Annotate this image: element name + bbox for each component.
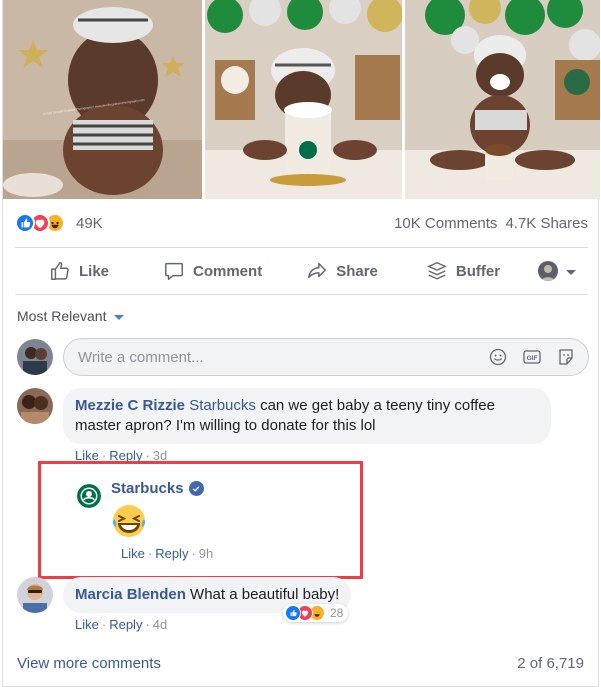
- shares-count-link[interactable]: 4.7K Shares: [505, 215, 588, 232]
- comment-text: What a beautiful baby!: [190, 586, 340, 603]
- comment-reactions[interactable]: 28: [283, 604, 349, 622]
- comment-sort-dropdown[interactable]: Most Relevant: [17, 308, 125, 324]
- baby-photo-1[interactable]: ©2018 Jennifer Graham Photography | www.…: [3, 0, 202, 199]
- sticker-icon[interactable]: [556, 347, 576, 367]
- comments-pagination-count: 2 of 6,719: [517, 655, 584, 672]
- verified-badge-icon: [188, 481, 204, 496]
- reaction-count-group[interactable]: 49K: [15, 213, 103, 233]
- comment-reply-link[interactable]: Reply: [109, 617, 142, 632]
- like-button-label: Like: [79, 262, 110, 280]
- comment-author[interactable]: Marcia Blenden: [75, 586, 186, 603]
- reactions-summary: 49K 10K Comments 4.7K Shares: [15, 210, 588, 236]
- comment-bubble: Mezzie C Rizzie Starbucks can we get bab…: [63, 388, 551, 444]
- reply-author[interactable]: Starbucks: [111, 480, 184, 497]
- comment-timestamp[interactable]: 4d: [153, 617, 167, 632]
- reply-like-link[interactable]: Like: [121, 546, 145, 561]
- comment-like-link[interactable]: Like: [75, 617, 99, 632]
- share-button-label: Share: [336, 262, 378, 280]
- comment-button[interactable]: Comment: [123, 248, 276, 294]
- reply-author-row: Starbucks: [111, 480, 213, 497]
- post-action-bar: Like Comment Share Buffer: [15, 247, 588, 295]
- comments-count-link[interactable]: 10K Comments: [394, 215, 497, 232]
- comment-author[interactable]: Mezzie C Rizzie: [75, 397, 185, 414]
- photo-grid: ©2018 Jennifer Graham Photography | www.…: [3, 0, 600, 199]
- comment-composer: Write a comment... GIF: [17, 337, 589, 377]
- buffer-button[interactable]: Buffer: [392, 248, 514, 294]
- like-button[interactable]: Like: [15, 248, 123, 294]
- comment-input-placeholder: Write a comment...: [78, 348, 204, 366]
- buffer-button-label: Buffer: [455, 262, 501, 280]
- engagement-counts: 10K Comments 4.7K Shares: [394, 215, 588, 232]
- commenter-avatar[interactable]: [17, 388, 53, 424]
- reply-timestamp[interactable]: 9h: [199, 546, 213, 561]
- reaction-icons: [15, 213, 65, 233]
- comment-button-label: Comment: [193, 262, 263, 280]
- reply-emoji: [111, 503, 213, 544]
- svg-text:GIF: GIF: [527, 355, 538, 362]
- laughing-emoji-icon: [112, 505, 146, 537]
- comment-item: Mezzie C Rizzie Starbucks can we get bab…: [17, 388, 551, 463]
- reaction-count: 49K: [76, 214, 103, 232]
- comment-bubble-icon: [165, 262, 183, 280]
- share-button[interactable]: Share: [276, 248, 392, 294]
- chevron-down-icon: [114, 314, 125, 320]
- like-icon: [285, 605, 301, 621]
- emoji-icon[interactable]: [488, 347, 508, 367]
- comment-mention[interactable]: Starbucks: [189, 397, 256, 414]
- gif-icon[interactable]: GIF: [522, 347, 542, 367]
- view-more-comments-link[interactable]: View more comments: [17, 655, 161, 672]
- reply-actions: Like · Reply · 9h: [121, 546, 214, 561]
- post-card: ©2018 Jennifer Graham Photography | www.…: [2, 0, 600, 687]
- share-arrow-icon: [308, 262, 327, 279]
- reply-reply-link[interactable]: Reply: [155, 546, 188, 561]
- current-user-avatar[interactable]: [17, 339, 53, 375]
- profile-avatar-icon: [538, 261, 559, 281]
- buffer-stack-icon: [426, 261, 447, 280]
- starbucks-logo-avatar[interactable]: [77, 484, 101, 508]
- baby-photo-3[interactable]: [405, 0, 600, 199]
- reply-item: Starbucks Like · Reply · 9h: [77, 478, 213, 561]
- thumbs-up-icon: [51, 262, 69, 280]
- audience-selector[interactable]: [538, 261, 577, 281]
- comment-input[interactable]: Write a comment... GIF: [63, 338, 589, 376]
- baby-photo-2[interactable]: [205, 0, 402, 199]
- chevron-down-icon: [566, 269, 577, 275]
- composer-tools: GIF: [488, 347, 576, 367]
- comment-sort-label: Most Relevant: [17, 308, 107, 324]
- like-icon: [15, 213, 35, 233]
- comment-reaction-count: 28: [330, 606, 344, 620]
- commenter-avatar[interactable]: [17, 577, 53, 613]
